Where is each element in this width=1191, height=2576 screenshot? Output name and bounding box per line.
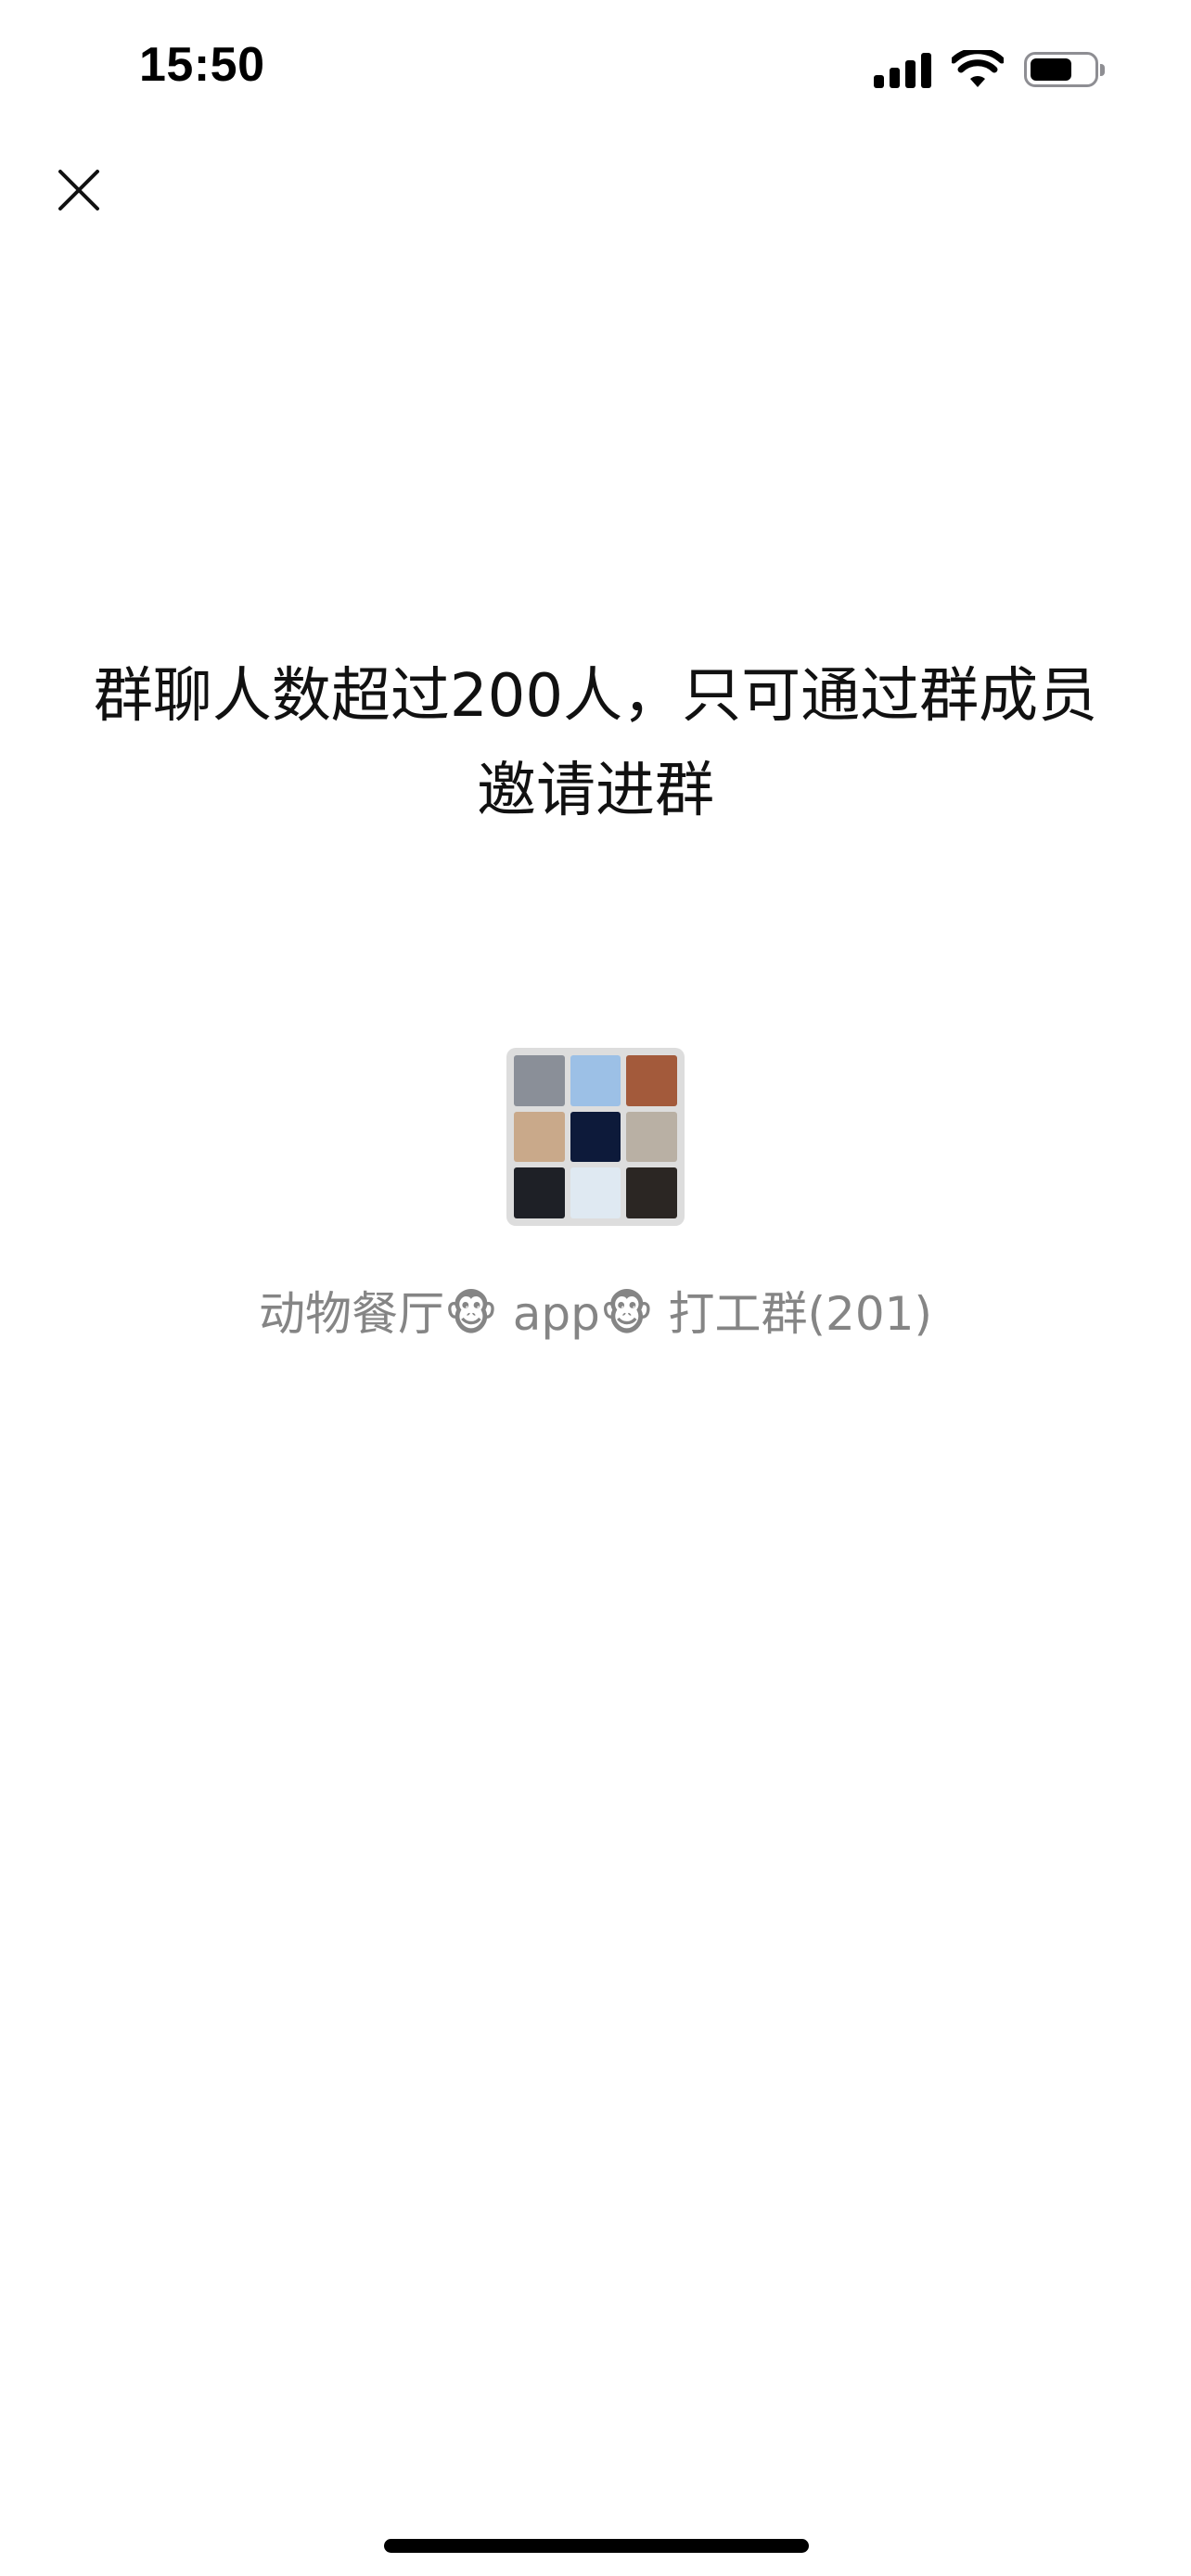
cellular-signal-icon xyxy=(874,51,931,88)
battery-level xyxy=(1031,58,1071,81)
status-icons xyxy=(874,46,1105,93)
group-full-notice: 群聊人数超过200人，只可通过群成员邀请进群 xyxy=(93,662,1098,825)
group-name: 动物餐厅🐵 app🐵 打工群(201) xyxy=(259,1287,932,1341)
battery-cap xyxy=(1100,64,1105,76)
member-avatar xyxy=(626,1111,677,1163)
member-avatar xyxy=(570,1111,621,1163)
status-time: 15:50 xyxy=(139,38,265,92)
member-avatar xyxy=(514,1167,565,1218)
close-button[interactable] xyxy=(46,158,111,223)
member-avatar xyxy=(514,1111,565,1163)
member-avatar xyxy=(626,1055,677,1106)
group-avatar xyxy=(506,1048,685,1226)
battery-icon xyxy=(1024,52,1105,87)
home-indicator[interactable] xyxy=(384,2539,809,2553)
member-avatar xyxy=(514,1055,565,1106)
member-avatar xyxy=(570,1055,621,1106)
member-avatar xyxy=(626,1167,677,1218)
wifi-icon xyxy=(952,50,1004,87)
member-avatar xyxy=(570,1167,621,1218)
status-bar: 15:50 xyxy=(0,0,1191,139)
close-icon xyxy=(58,170,99,210)
